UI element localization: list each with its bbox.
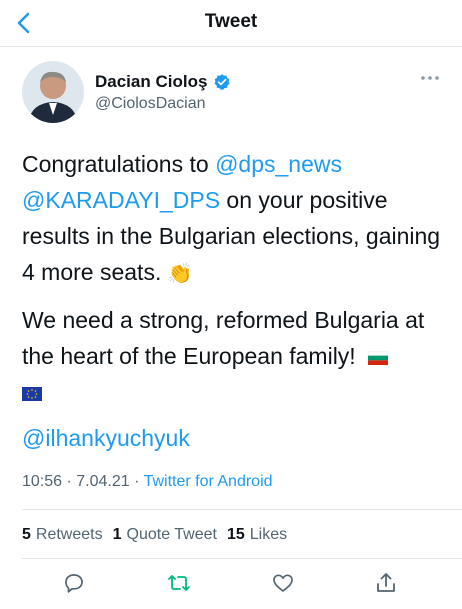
tweet-source-link[interactable]: Twitter for Android: [144, 473, 273, 490]
quotes-count: 1: [112, 526, 122, 543]
mention-karadayi-dps[interactable]: @KARADAYI_DPS: [22, 187, 220, 213]
eu-flag-icon: [22, 386, 42, 401]
avatar[interactable]: [22, 61, 84, 123]
tweet-paragraph-2: We need a strong, reformed Bulgaria at t…: [22, 302, 442, 410]
top-bar: Tweet: [0, 0, 462, 47]
reply-icon[interactable]: [62, 571, 86, 595]
quotes-stat[interactable]: 1 Quote Tweet: [113, 526, 217, 544]
more-icon[interactable]: [420, 73, 440, 83]
retweet-icon[interactable]: [167, 571, 191, 595]
text-segment: Congratulations to: [22, 151, 216, 177]
like-icon[interactable]: [271, 571, 295, 595]
tweet-timestamp[interactable]: 10:56 · 7.04.21 ·: [22, 473, 144, 490]
clapping-hands-emoji: 👏: [167, 263, 193, 285]
likes-label: Likes: [249, 526, 288, 543]
page-title: Tweet: [204, 11, 258, 32]
author-name[interactable]: Dacian Cioloş: [95, 72, 207, 92]
tweet-meta: 10:56 · 7.04.21 · Twitter for Android: [22, 473, 273, 491]
avatar-image: [22, 61, 84, 123]
divider: [22, 558, 462, 559]
tweet-stats: 5 Retweets 1 Quote Tweet 15 Likes: [22, 526, 287, 544]
mention-dps-news[interactable]: @dps_news: [215, 151, 342, 177]
retweets-label: Retweets: [35, 526, 103, 543]
verified-badge-icon: [214, 74, 230, 90]
divider: [22, 509, 462, 510]
text-segment: We need a strong, reformed Bulgaria at t…: [22, 307, 425, 369]
tweet-paragraph-1: Congratulations to @dps_news @KARADAYI_D…: [22, 146, 442, 292]
likes-count: 15: [226, 526, 245, 543]
author-name-row: Dacian Cioloş: [95, 72, 231, 92]
quotes-label: Quote Tweet: [126, 526, 217, 543]
tweet-actions: [0, 566, 462, 600]
share-icon[interactable]: [374, 571, 398, 595]
likes-stat[interactable]: 15 Likes: [227, 526, 287, 544]
tweet-text: Congratulations to @dps_news @KARADAYI_D…: [22, 146, 442, 466]
tweet-paragraph-3: @ilhankyuchyuk: [22, 420, 442, 456]
retweets-count: 5: [22, 526, 31, 543]
retweets-stat[interactable]: 5 Retweets: [22, 526, 103, 544]
author-handle[interactable]: @CiolosDacian: [95, 95, 206, 113]
mention-ilhankyuchyuk[interactable]: @ilhankyuchyuk: [22, 425, 190, 451]
bulgaria-flag-icon: [368, 350, 389, 365]
